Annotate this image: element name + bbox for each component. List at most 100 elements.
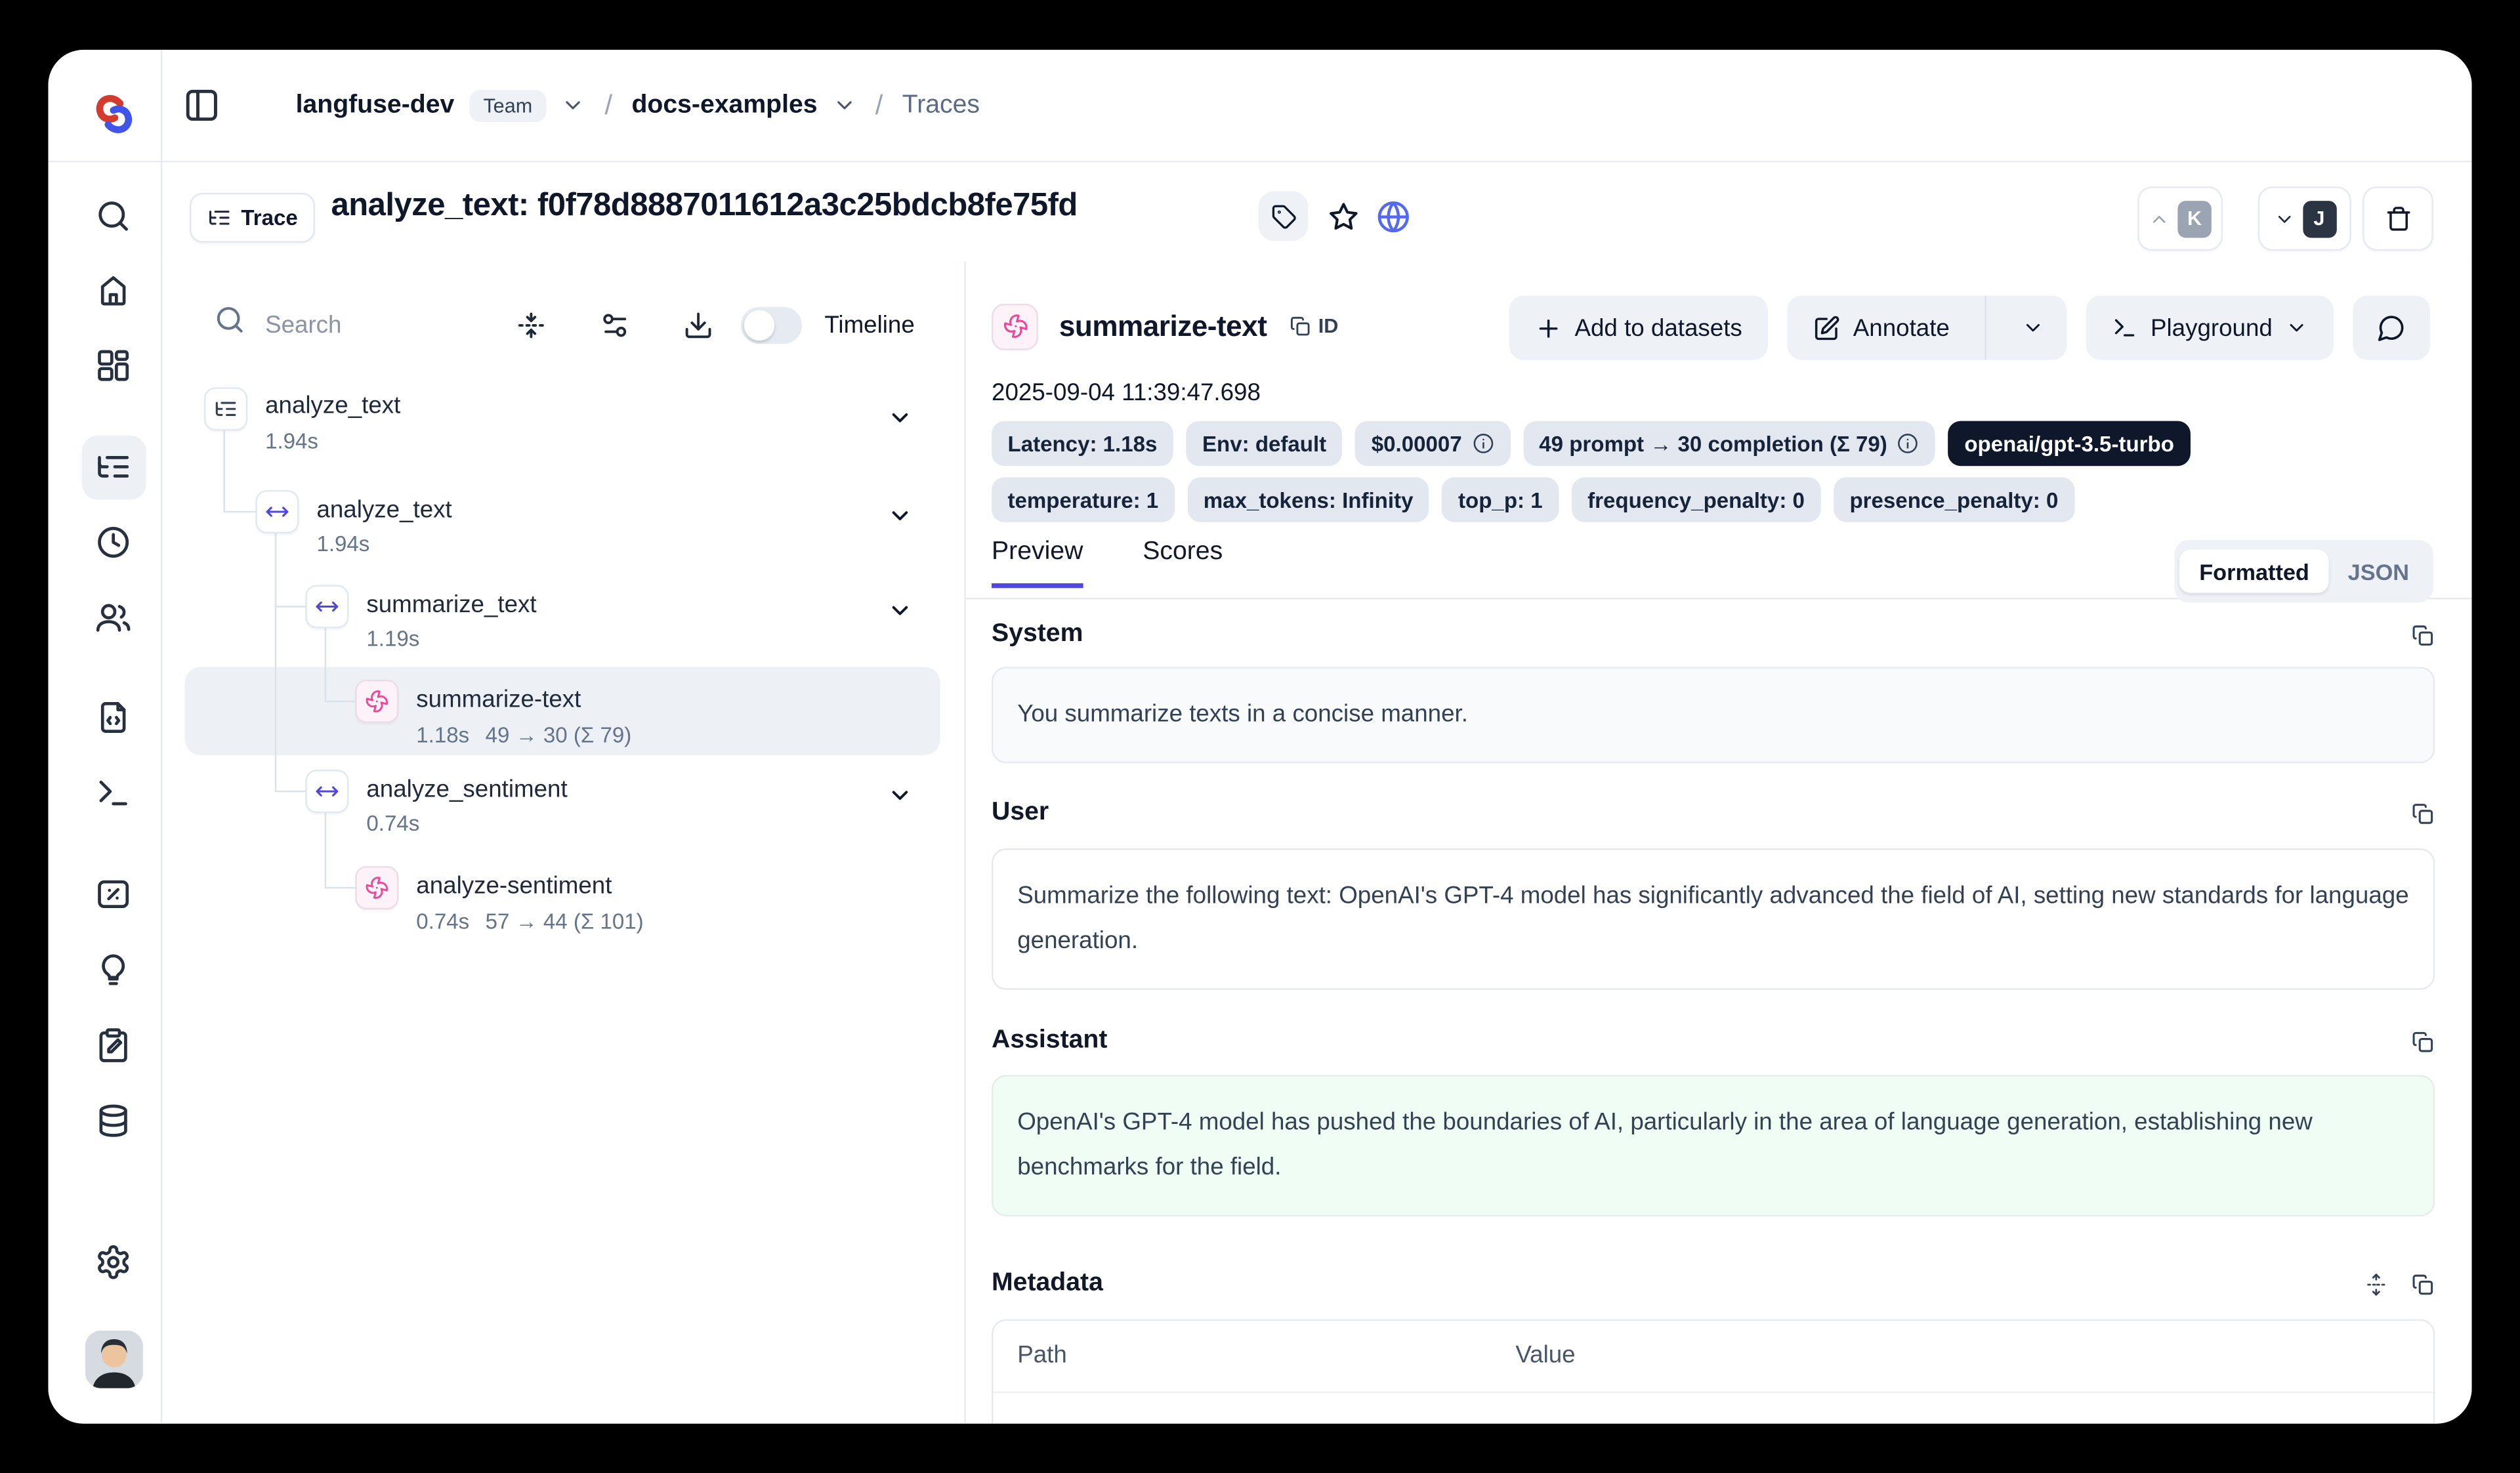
annotate-button[interactable]: Annotate bbox=[1787, 296, 1972, 360]
datasets-database-icon[interactable] bbox=[94, 1102, 131, 1139]
model-badge[interactable]: openai/gpt-3.5-turbo bbox=[1948, 421, 2191, 467]
org-type-badge: Team bbox=[469, 89, 547, 121]
generation-node-icon bbox=[355, 866, 398, 909]
info-icon[interactable] bbox=[1897, 432, 1919, 455]
list-tree-icon bbox=[207, 205, 232, 230]
playground-label: Playground bbox=[2151, 314, 2273, 342]
collapse-all-icon[interactable] bbox=[516, 310, 547, 341]
copy-id-button[interactable]: ID bbox=[1290, 315, 1339, 337]
frequency-penalty-badge: frequency_penalty: 0 bbox=[1572, 477, 1821, 522]
chevron-down-icon[interactable] bbox=[887, 783, 913, 808]
insights-lightbulb-icon[interactable] bbox=[94, 951, 131, 988]
metadata-table-header: Path Value bbox=[993, 1321, 2433, 1393]
download-icon[interactable] bbox=[683, 310, 714, 341]
prev-item-button[interactable]: K bbox=[2137, 186, 2223, 251]
prompts-file-icon[interactable] bbox=[94, 699, 131, 736]
copy-icon[interactable] bbox=[2410, 623, 2435, 647]
node-metrics: 1.18s49 → 30 (Σ 79) bbox=[416, 723, 631, 747]
user-section-header: User bbox=[992, 799, 2435, 827]
top-p-badge: top_p: 1 bbox=[1442, 477, 1559, 522]
app-window: langfuse-dev Team / docs-examples / Trac… bbox=[48, 50, 2471, 1424]
breadcrumb-section[interactable]: Traces bbox=[902, 91, 980, 119]
users-icon[interactable] bbox=[94, 599, 131, 636]
timeline-toggle[interactable] bbox=[741, 307, 802, 344]
presence-penalty-badge: presence_penalty: 0 bbox=[1834, 477, 2074, 522]
node-label: analyze_sentiment bbox=[366, 776, 567, 804]
annotate-split-button: Annotate bbox=[1787, 296, 2067, 360]
playground-terminal-icon[interactable] bbox=[94, 774, 131, 811]
id-label: ID bbox=[1318, 315, 1339, 337]
user-message-box: Summarize the following text: OpenAI's G… bbox=[992, 848, 2435, 990]
copy-icon[interactable] bbox=[2410, 1029, 2435, 1054]
copy-icon[interactable] bbox=[2410, 801, 2435, 825]
metadata-label: Metadata bbox=[992, 1270, 1103, 1298]
scores-percent-icon[interactable] bbox=[94, 876, 131, 913]
delete-trace-button[interactable] bbox=[2362, 186, 2433, 251]
search-icon[interactable] bbox=[94, 197, 131, 234]
add-to-datasets-button[interactable]: Add to datasets bbox=[1509, 296, 1768, 360]
shortcut-key-j: J bbox=[2302, 200, 2336, 237]
public-globe-icon[interactable] bbox=[1376, 199, 1411, 235]
comment-button[interactable] bbox=[2353, 296, 2430, 360]
format-formatted-option[interactable]: Formatted bbox=[2180, 550, 2328, 593]
tag-button[interactable] bbox=[1259, 191, 1309, 241]
chevron-down-icon[interactable] bbox=[887, 598, 913, 623]
annotate-label: Annotate bbox=[1853, 314, 1950, 342]
langfuse-logo-icon[interactable] bbox=[90, 90, 138, 138]
tree-search-input[interactable]: Search bbox=[265, 312, 341, 339]
span-node-icon bbox=[305, 585, 348, 628]
latency-badge: Latency: 1.18s bbox=[992, 421, 1173, 467]
tracing-icon[interactable] bbox=[94, 448, 131, 485]
settings-gear-icon[interactable] bbox=[94, 1244, 131, 1281]
node-duration: 0.74s bbox=[366, 812, 419, 836]
home-icon[interactable] bbox=[94, 272, 131, 308]
format-json-option[interactable]: JSON bbox=[2328, 558, 2428, 584]
dashboard-icon[interactable] bbox=[94, 347, 131, 384]
breadcrumb-org[interactable]: langfuse-dev bbox=[296, 91, 455, 119]
tree-settings-icon[interactable] bbox=[599, 310, 630, 341]
project-chevron-down-icon[interactable] bbox=[832, 93, 856, 117]
node-duration: 1.94s bbox=[316, 532, 369, 556]
move-horizontal-icon bbox=[315, 594, 339, 619]
copy-icon[interactable] bbox=[2410, 1272, 2435, 1296]
assistant-section-header: Assistant bbox=[992, 1027, 2435, 1056]
fan-generation-icon bbox=[365, 876, 389, 900]
expand-vertical-icon[interactable] bbox=[2364, 1272, 2388, 1296]
move-horizontal-icon bbox=[315, 779, 339, 804]
tree-connector bbox=[325, 810, 357, 888]
system-message-box: You summarize texts in a concise manner. bbox=[992, 667, 2435, 763]
next-item-button[interactable]: J bbox=[2258, 186, 2351, 251]
button-divider bbox=[1985, 296, 1986, 360]
chevron-down-icon[interactable] bbox=[887, 405, 913, 430]
message-bubble-icon bbox=[2377, 314, 2406, 342]
node-label: summarize_text bbox=[366, 591, 536, 619]
breadcrumb-separator: / bbox=[870, 89, 887, 121]
observation-title: summarize-text bbox=[1059, 309, 1267, 342]
trace-node-icon bbox=[204, 387, 247, 430]
chevron-down-icon bbox=[2285, 316, 2307, 339]
trash-icon bbox=[2384, 205, 2412, 232]
star-bookmark-icon[interactable] bbox=[1328, 201, 1360, 233]
generation-badge bbox=[992, 303, 1038, 350]
user-avatar[interactable] bbox=[85, 1331, 143, 1388]
node-duration: 1.94s bbox=[265, 429, 318, 453]
playground-button[interactable]: Playground bbox=[2086, 296, 2334, 360]
max-tokens-badge: max_tokens: Infinity bbox=[1187, 477, 1429, 522]
shortcut-key-k: K bbox=[2177, 200, 2211, 237]
observation-detail-panel: summarize-text ID Add to datasets Annota… bbox=[966, 262, 2472, 1424]
chevron-down-icon[interactable] bbox=[887, 503, 913, 529]
tab-scores[interactable]: Scores bbox=[1143, 538, 1223, 567]
info-icon[interactable] bbox=[1471, 432, 1494, 455]
preview-content: System You summarize texts in a concise … bbox=[992, 598, 2435, 1424]
breadcrumb-project[interactable]: docs-examples bbox=[631, 91, 817, 119]
sidebar-toggle-icon[interactable] bbox=[183, 87, 220, 123]
org-chevron-down-icon[interactable] bbox=[561, 93, 585, 117]
annotation-clipboard-icon[interactable] bbox=[94, 1027, 131, 1064]
annotate-menu-button[interactable] bbox=[2000, 296, 2067, 360]
span-node-icon bbox=[255, 490, 299, 533]
plus-icon bbox=[1534, 314, 1562, 342]
tab-preview[interactable]: Preview bbox=[992, 538, 1083, 588]
search-icon bbox=[214, 304, 246, 336]
sessions-clock-icon[interactable] bbox=[94, 524, 131, 560]
metadata-col-value: Value bbox=[1515, 1334, 1575, 1379]
